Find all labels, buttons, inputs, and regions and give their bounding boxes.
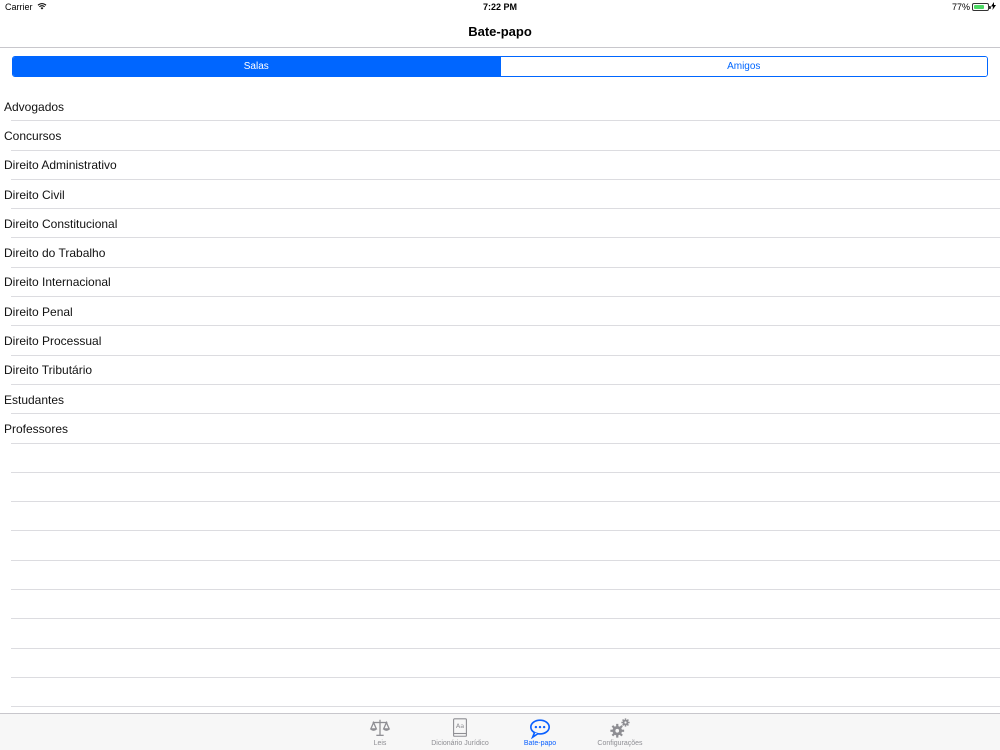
empty-row xyxy=(0,678,1000,708)
battery-icon xyxy=(972,3,991,11)
empty-row xyxy=(0,561,1000,591)
empty-row xyxy=(0,473,1000,503)
charging-bolt-icon xyxy=(991,2,996,12)
room-row[interactable]: Direito Administrativo xyxy=(0,151,1000,181)
tab-label: Dicionário Jurídico xyxy=(431,740,489,747)
tab-label: Configurações xyxy=(597,740,643,747)
navigation-bar: Bate-papo xyxy=(0,16,1000,48)
room-row[interactable]: Direito Tributário xyxy=(0,356,1000,386)
segmented-control: Salas Amigos xyxy=(12,56,988,77)
battery-cap xyxy=(989,6,991,9)
empty-row xyxy=(0,619,1000,649)
room-row[interactable]: Estudantes xyxy=(0,385,1000,415)
battery-fill xyxy=(974,5,984,9)
segment-amigos[interactable]: Amigos xyxy=(499,57,987,76)
tab-configurações[interactable]: Configurações xyxy=(580,714,660,750)
tab-bar: Leis Aa Dicionário Jurídico Bate-papo Config… xyxy=(0,713,1000,750)
status-time: 7:22 PM xyxy=(482,2,517,12)
room-row[interactable]: Direito Internacional xyxy=(0,268,1000,298)
status-bar: Carrier 7:22 PM 77% xyxy=(0,0,1000,16)
tab-dicionário-jurídico[interactable]: Aa Dicionário Jurídico xyxy=(420,714,500,750)
tab-label: Leis xyxy=(373,740,387,747)
room-row[interactable]: Direito Processual xyxy=(0,326,1000,356)
tab-label: Bate-papo xyxy=(523,740,557,747)
empty-row xyxy=(0,444,1000,474)
chat-bubble-icon xyxy=(529,717,551,740)
room-row[interactable]: Advogados xyxy=(0,92,1000,122)
empty-row xyxy=(0,590,1000,620)
empty-row xyxy=(0,502,1000,532)
battery-percent: 77% xyxy=(951,2,970,12)
scales-icon xyxy=(369,717,391,739)
room-row[interactable]: Direito do Trabalho xyxy=(0,238,1000,269)
room-row[interactable]: Direito Constitucional xyxy=(0,209,1000,239)
status-right: 77% xyxy=(952,2,996,12)
tab-leis[interactable]: Leis xyxy=(340,714,420,750)
room-list: Advogados Concursos Direito Administrativo… xyxy=(0,92,1000,708)
page-title: Bate-papo xyxy=(468,24,532,39)
room-row[interactable]: Direito Penal xyxy=(0,297,1000,327)
gears-icon xyxy=(609,717,631,739)
svg-text:Aa: Aa xyxy=(456,722,464,730)
dictionary-icon: Aa xyxy=(449,717,471,739)
room-row[interactable]: Concursos xyxy=(0,121,1000,151)
room-row[interactable]: Professores xyxy=(0,414,1000,444)
segment-salas[interactable]: Salas xyxy=(13,57,500,76)
room-row[interactable]: Direito Civil xyxy=(0,180,1000,210)
empty-row xyxy=(0,649,1000,679)
app-window: Carrier 7:22 PM 77% Bate-papo Salas Amig… xyxy=(0,0,1000,750)
empty-row xyxy=(0,531,1000,562)
tab-bate-papo[interactable]: Bate-papo xyxy=(500,714,580,750)
